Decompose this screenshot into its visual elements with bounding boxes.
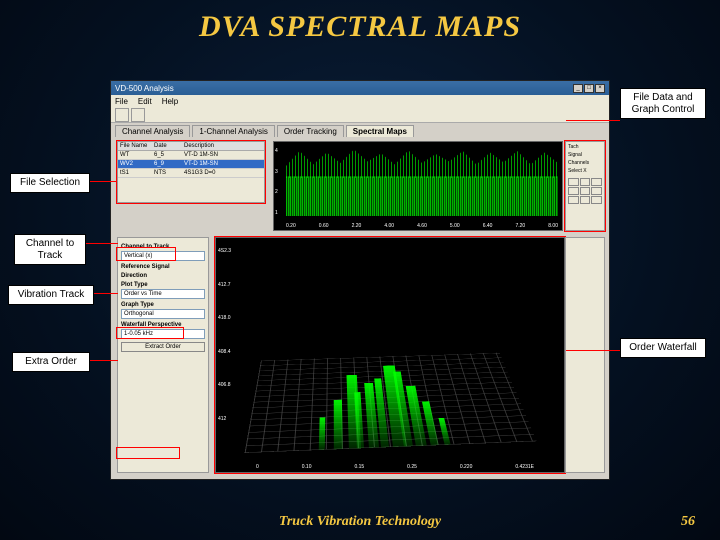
app-window: VD-500 Analysis _ □ × File Edit Help Cha… [110, 80, 610, 480]
toolbar [111, 107, 609, 123]
rp-signal[interactable]: Signal [568, 152, 602, 158]
waterfall-chart: 4S2.3 412.7 418.0 408.4 406.8 412 [215, 237, 565, 473]
waterfall-yticks: 4S2.3 412.7 418.0 408.4 406.8 412 [218, 248, 231, 422]
minimize-icon[interactable]: _ [573, 84, 583, 93]
spectrum-envelope [286, 148, 558, 178]
file-col-date: Date [152, 142, 182, 150]
control-panel: Channel to Track Vertical (x) Reference … [117, 237, 209, 473]
file-row-selected[interactable]: WV2 6_9 VT-D 1M-SN [118, 160, 264, 169]
connector-line [90, 360, 118, 361]
spectral-chart: 4 3 2 1 0.20 0.60 2.20 4.00 4.60 5.00 6.… [273, 141, 563, 231]
menu-bar: File Edit Help [111, 95, 609, 107]
tab-1channel-analysis[interactable]: 1-Channel Analysis [192, 125, 274, 137]
rp-btn-9[interactable] [591, 196, 602, 204]
graph-type-label: Graph Type [121, 302, 205, 308]
connector-line [566, 350, 620, 351]
freq-range-field[interactable]: 1-0.05 kHz [121, 329, 205, 339]
callout-extra-order: Extra Order [12, 352, 90, 372]
graph-control-panel: Tach Signal Channels Select X [565, 141, 605, 231]
rp-select[interactable]: Select X [568, 168, 602, 174]
menu-edit[interactable]: Edit [138, 97, 152, 106]
reference-signal-label: Reference Signal [121, 264, 205, 270]
callout-order-waterfall: Order Waterfall [620, 338, 706, 358]
file-table-header: File Name Date Description [118, 142, 264, 151]
plot-type-select[interactable]: Order vs Time [121, 289, 205, 299]
close-icon[interactable]: × [595, 84, 605, 93]
connector-line [86, 243, 118, 244]
file-selection-panel: File Name Date Description WT 6_5 VT-D 1… [117, 141, 265, 203]
tab-order-tracking[interactable]: Order Tracking [277, 125, 344, 137]
connector-line [566, 120, 620, 121]
channel-to-track-label: Channel to Track [121, 244, 205, 250]
plot-type-label: Plot Type [121, 282, 205, 288]
callout-file-data-graph-control: File Data and Graph Control [620, 88, 706, 119]
slide-title: DVA SPECTRAL MAPS [0, 10, 720, 44]
waterfall-perspective-label: Waterfall Perspective [121, 322, 205, 328]
tab-spectral-maps[interactable]: Spectral Maps [346, 125, 414, 137]
connector-line [90, 181, 116, 182]
rp-channels[interactable]: Channels [568, 160, 602, 166]
rp-btn-7[interactable] [568, 196, 579, 204]
waterfall-grid [245, 353, 537, 453]
rp-btn-2[interactable] [580, 178, 591, 186]
extract-order-button[interactable]: Extract Order [121, 342, 205, 352]
toolbar-open-icon[interactable] [115, 108, 129, 122]
rp-btn-1[interactable] [568, 178, 579, 186]
tab-channel-analysis[interactable]: Channel Analysis [115, 125, 190, 137]
file-row[interactable]: tS1 NTS 4S1G3 D=0 [118, 169, 264, 178]
graph-type-select[interactable]: Orthogonal [121, 309, 205, 319]
rp-tach[interactable]: Tach [568, 144, 602, 150]
channel-to-track-select[interactable]: Vertical (x) [121, 251, 205, 261]
direction-label: Direction [121, 273, 205, 279]
slide-footer: Truck Vibration Technology [0, 514, 720, 530]
chart-top-yticks: 4 3 2 1 [275, 148, 278, 216]
menu-help[interactable]: Help [162, 97, 178, 106]
menu-file[interactable]: File [115, 97, 128, 106]
window-titlebar: VD-500 Analysis _ □ × [111, 81, 609, 95]
callout-channel-to-track: Channel to Track [14, 234, 86, 265]
callout-vibration-track: Vibration Track [8, 285, 94, 305]
file-col-name: File Name [118, 142, 152, 150]
right-side-panel-bottom [565, 237, 605, 473]
rp-btn-5[interactable] [580, 187, 591, 195]
callout-file-selection: File Selection [10, 173, 90, 193]
rp-btn-3[interactable] [591, 178, 602, 186]
rp-btn-8[interactable] [580, 196, 591, 204]
file-row[interactable]: WT 6_5 VT-D 1M-SN [118, 151, 264, 160]
tab-bar: Channel Analysis 1-Channel Analysis Orde… [111, 123, 609, 137]
window-title-text: VD-500 Analysis [115, 84, 174, 93]
waterfall-xticks: 0 0.10 0.15 0.25 0.220 0.4231E [256, 464, 534, 470]
maximize-icon[interactable]: □ [584, 84, 594, 93]
rp-btn-6[interactable] [591, 187, 602, 195]
toolbar-print-icon[interactable] [131, 108, 145, 122]
chart-top-xticks: 0.20 0.60 2.20 4.00 4.60 5.00 6.40 7.20 … [286, 223, 558, 229]
file-col-desc: Description [182, 142, 264, 150]
connector-line [94, 293, 118, 294]
work-area: File Name Date Description WT 6_5 VT-D 1… [111, 137, 609, 479]
slide-page-number: 56 [681, 514, 695, 530]
rp-btn-4[interactable] [568, 187, 579, 195]
